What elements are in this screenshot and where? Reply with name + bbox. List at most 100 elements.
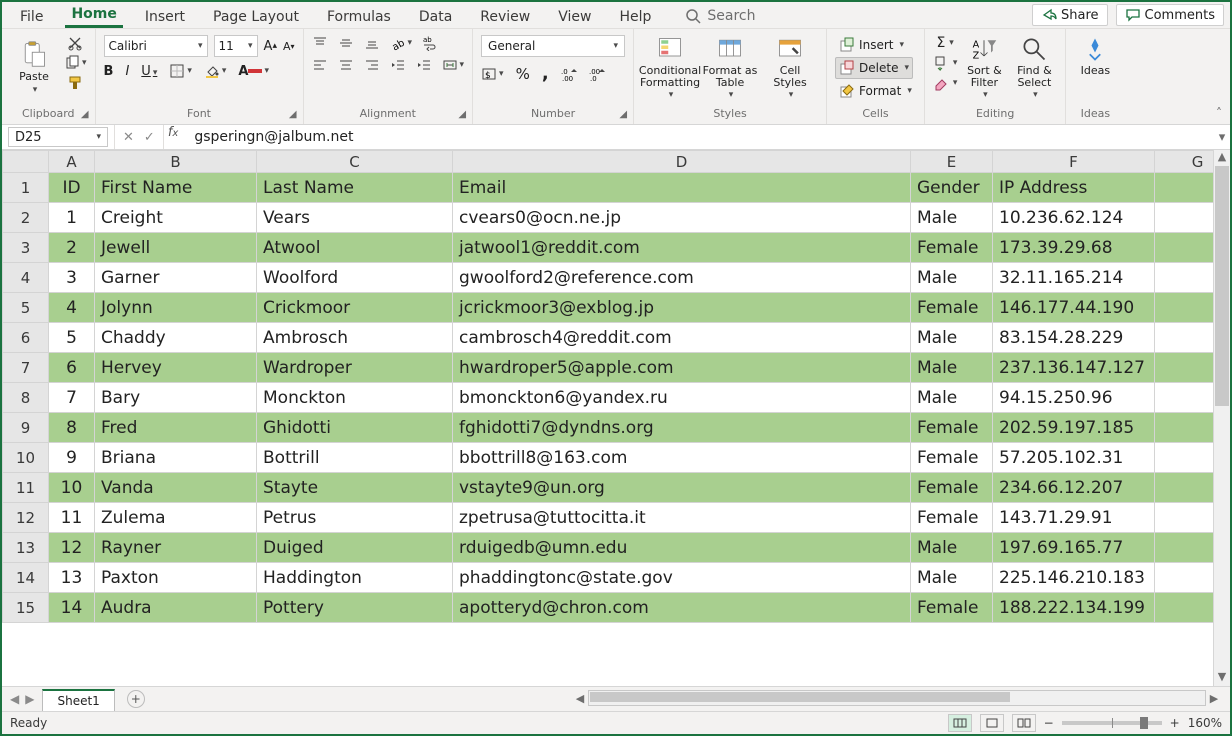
cell[interactable]: gwoolford2@reference.com — [453, 263, 911, 293]
cell[interactable]: cvears0@ocn.ne.jp — [453, 203, 911, 233]
cell[interactable]: Chaddy — [95, 323, 257, 353]
cancel-formula-button[interactable]: ✕ — [123, 130, 134, 145]
font-dialog-launcher[interactable]: ◢ — [289, 109, 297, 120]
cell[interactable]: Jewell — [95, 233, 257, 263]
select-all-corner[interactable] — [3, 151, 49, 173]
cell[interactable]: Creight — [95, 203, 257, 233]
cell[interactable]: Wardroper — [257, 353, 453, 383]
cell[interactable]: Male — [911, 203, 993, 233]
cell[interactable]: 234.66.12.207 — [993, 473, 1155, 503]
cell[interactable]: First Name — [95, 173, 257, 203]
cell[interactable]: rduigedb@umn.edu — [453, 533, 911, 563]
cell[interactable]: bbottrill8@163.com — [453, 443, 911, 473]
cell[interactable]: Male — [911, 323, 993, 353]
col-header-F[interactable]: F — [993, 151, 1155, 173]
decrease-indent-button[interactable] — [390, 57, 406, 73]
col-header-A[interactable]: A — [49, 151, 95, 173]
horizontal-scrollbar[interactable]: ◀ ▶ — [572, 690, 1222, 706]
clipboard-dialog-launcher[interactable]: ◢ — [81, 109, 89, 120]
cell[interactable]: Female — [911, 233, 993, 263]
align-top-button[interactable] — [312, 35, 328, 51]
cell[interactable]: Briana — [95, 443, 257, 473]
cell[interactable]: Male — [911, 533, 993, 563]
cell[interactable]: Ambrosch — [257, 323, 453, 353]
cell[interactable]: Atwool — [257, 233, 453, 263]
cell[interactable]: phaddingtonc@state.gov — [453, 563, 911, 593]
tab-insert[interactable]: Insert — [131, 5, 199, 28]
cut-button[interactable] — [64, 35, 87, 51]
cell[interactable]: 12 — [49, 533, 95, 563]
cell[interactable]: 188.222.134.199 — [993, 593, 1155, 623]
cell[interactable]: 197.69.165.77 — [993, 533, 1155, 563]
comma-format-button[interactable]: , — [542, 63, 549, 84]
cell[interactable]: fghidotti7@dyndns.org — [453, 413, 911, 443]
vscroll-thumb[interactable] — [1215, 166, 1229, 406]
cell[interactable]: jcrickmoor3@exblog.jp — [453, 293, 911, 323]
cell[interactable]: 2 — [49, 233, 95, 263]
scroll-up-button[interactable]: ▲ — [1214, 150, 1230, 166]
wrap-text-button[interactable]: ab — [422, 35, 438, 51]
cell[interactable]: Female — [911, 593, 993, 623]
insert-cells-button[interactable]: Insert▾ — [835, 35, 908, 55]
cell[interactable]: Woolford — [257, 263, 453, 293]
number-format-combo[interactable]: General▾ — [481, 35, 625, 57]
autosum-button[interactable]: Σ▾ — [933, 35, 958, 51]
tab-view[interactable]: View — [544, 5, 605, 28]
align-right-button[interactable] — [364, 57, 380, 73]
cell[interactable]: 14 — [49, 593, 95, 623]
cell[interactable]: Pottery — [257, 593, 453, 623]
cell[interactable]: Bary — [95, 383, 257, 413]
cell[interactable]: Audra — [95, 593, 257, 623]
cell[interactable]: 10.236.62.124 — [993, 203, 1155, 233]
cell[interactable]: 11 — [49, 503, 95, 533]
cell[interactable]: 173.39.29.68 — [993, 233, 1155, 263]
percent-format-button[interactable]: % — [516, 65, 530, 83]
ideas-button[interactable]: Ideas — [1074, 35, 1116, 77]
cell[interactable]: 5 — [49, 323, 95, 353]
increase-decimal-button[interactable]: .0.00 — [561, 66, 577, 82]
cell[interactable]: 4 — [49, 293, 95, 323]
cell[interactable]: Gender — [911, 173, 993, 203]
cell[interactable]: Stayte — [257, 473, 453, 503]
align-middle-button[interactable] — [338, 35, 354, 51]
scroll-right-button[interactable]: ▶ — [1206, 692, 1222, 705]
row-header[interactable]: 2 — [3, 203, 49, 233]
cell[interactable]: zpetrusa@tuttocitta.it — [453, 503, 911, 533]
cell[interactable]: Fred — [95, 413, 257, 443]
tab-review[interactable]: Review — [466, 5, 544, 28]
cell[interactable]: 83.154.28.229 — [993, 323, 1155, 353]
format-painter-button[interactable] — [64, 75, 87, 91]
row-header[interactable]: 5 — [3, 293, 49, 323]
cell[interactable]: IP Address — [993, 173, 1155, 203]
cell[interactable]: 225.146.210.183 — [993, 563, 1155, 593]
zoom-in-button[interactable]: + — [1170, 716, 1180, 730]
row-header[interactable]: 9 — [3, 413, 49, 443]
row-header[interactable]: 14 — [3, 563, 49, 593]
bold-button[interactable]: B — [104, 64, 114, 79]
grid[interactable]: A B C D E F G 1 ID First Name Last Name … — [2, 150, 1230, 686]
format-as-table-button[interactable]: Format as Table▾ — [702, 35, 758, 101]
cell[interactable]: Crickmoor — [257, 293, 453, 323]
page-break-view-button[interactable] — [1012, 714, 1036, 732]
align-left-button[interactable] — [312, 57, 328, 73]
sheet-nav-next-button[interactable]: ▶ — [25, 692, 34, 706]
italic-button[interactable]: I — [125, 64, 129, 79]
increase-indent-button[interactable] — [416, 57, 432, 73]
cell[interactable]: 3 — [49, 263, 95, 293]
cell[interactable]: Vanda — [95, 473, 257, 503]
cell[interactable]: 8 — [49, 413, 95, 443]
cell[interactable]: Rayner — [95, 533, 257, 563]
enter-formula-button[interactable]: ✓ — [144, 130, 155, 145]
zoom-level[interactable]: 160% — [1188, 716, 1222, 730]
borders-button[interactable]: ▾ — [169, 63, 192, 79]
scroll-down-button[interactable]: ▼ — [1214, 670, 1230, 686]
conditional-formatting-button[interactable]: Conditional Formatting▾ — [642, 35, 698, 101]
cell[interactable]: Duiged — [257, 533, 453, 563]
comments-button[interactable]: Comments — [1116, 4, 1224, 26]
underline-button[interactable]: U▾ — [141, 64, 157, 79]
cell[interactable]: 32.11.165.214 — [993, 263, 1155, 293]
decrease-font-button[interactable]: A▾ — [283, 40, 295, 53]
font-size-combo[interactable]: 11▾ — [214, 35, 258, 57]
cell[interactable]: Vears — [257, 203, 453, 233]
cell[interactable]: Female — [911, 503, 993, 533]
